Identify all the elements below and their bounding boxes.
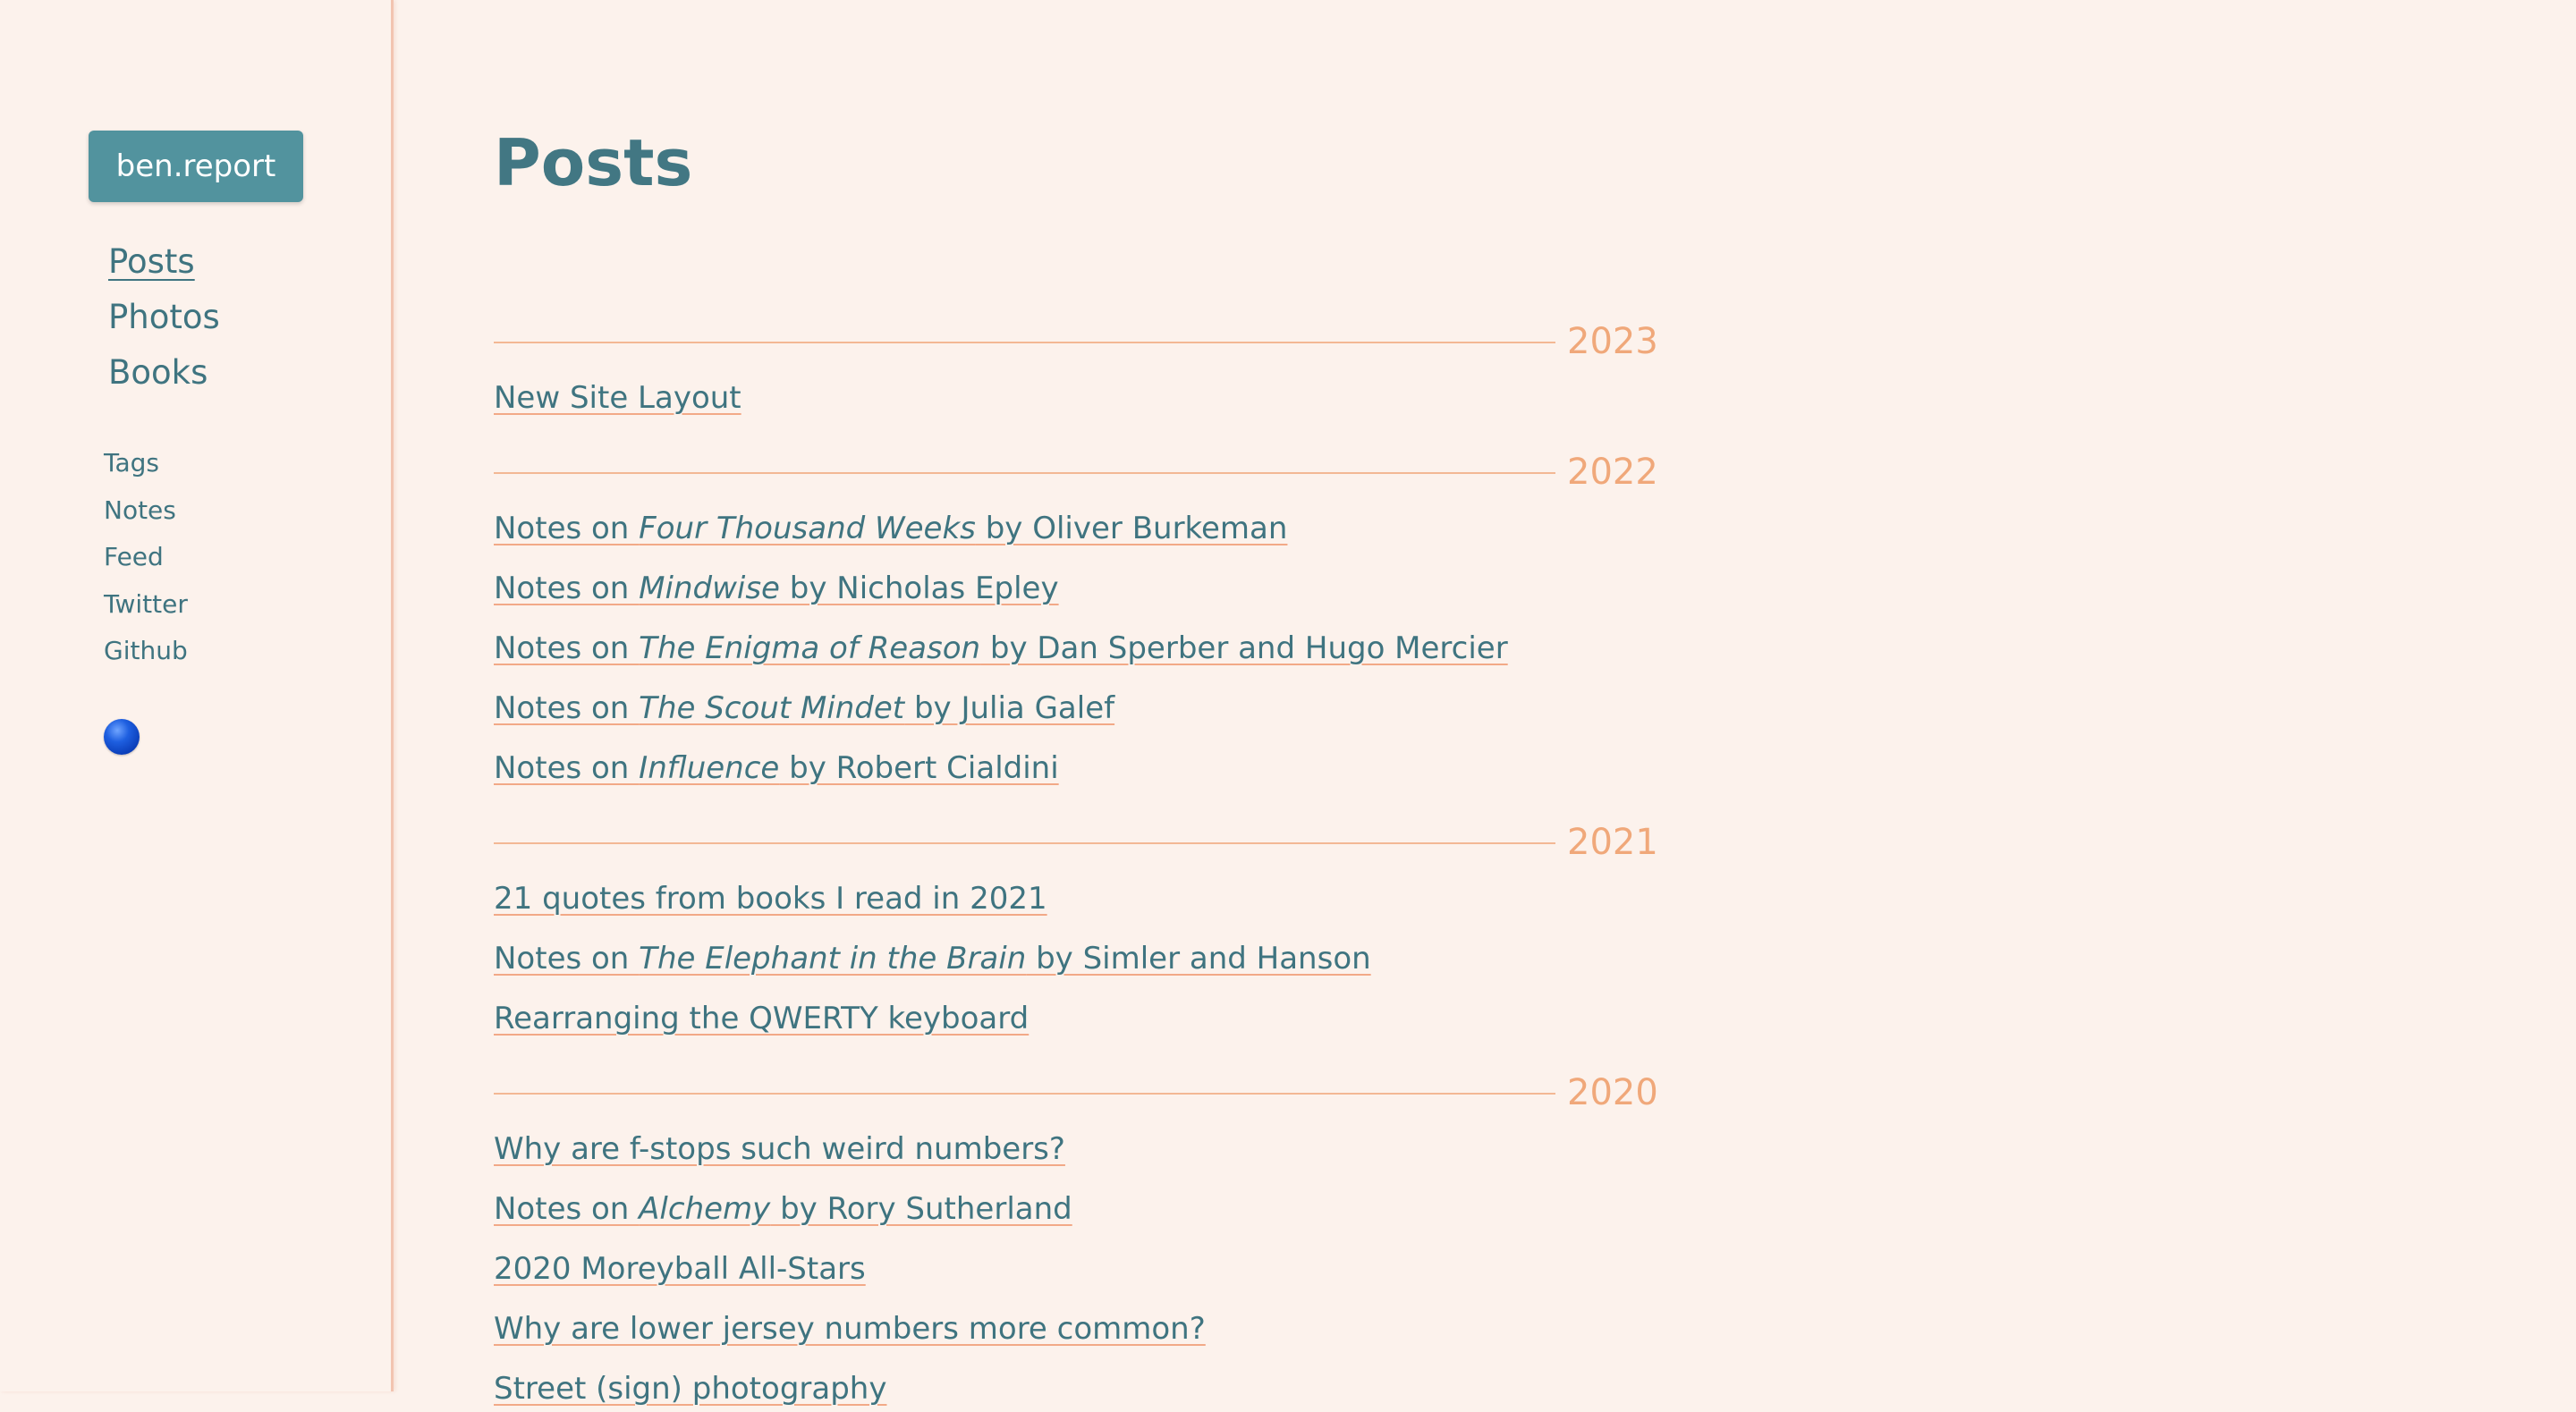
post-book-title: Four Thousand Weeks [639, 511, 976, 546]
post-title-text: by Robert Cialdini [779, 750, 1059, 786]
year-heading: 2022 [494, 449, 1658, 495]
site-brand-button[interactable]: ben.report [89, 131, 303, 202]
nav-item-books[interactable]: Books [108, 350, 220, 405]
post-title-text: Notes on [494, 941, 640, 977]
post-book-title: Influence [639, 750, 780, 786]
post-title-text: by Julia Galef [904, 690, 1115, 726]
nav-link-twitter[interactable]: Twitter [104, 581, 188, 629]
post-link[interactable]: New Site Layout [494, 375, 741, 421]
post-title-text: 2020 Moreyball All-Stars [494, 1251, 866, 1287]
post-title-text: by Oliver Burkeman [975, 511, 1288, 546]
sidebar: ben.report Posts Photos Books Tags Notes… [0, 0, 394, 1391]
post-link[interactable]: Notes on The Elephant in the Brain by Si… [494, 935, 1371, 982]
post-book-title: Alchemy [639, 1191, 771, 1227]
nav-link-notes[interactable]: Notes [104, 487, 188, 535]
post-link[interactable]: 21 quotes from books I read in 2021 [494, 875, 1047, 922]
post-link[interactable]: 2020 Moreyball All-Stars [494, 1246, 866, 1292]
blue-circle-icon[interactable] [104, 719, 140, 755]
post-title-text: by Nicholas Epley [779, 571, 1059, 606]
year-heading: 2020 [494, 1070, 1658, 1116]
post-link[interactable]: Notes on Mindwise by Nicholas Epley [494, 565, 1059, 612]
secondary-nav: Tags Notes Feed Twitter Github [104, 440, 188, 675]
year-heading: 2023 [494, 318, 1658, 365]
post-title-text: New Site Layout [494, 380, 741, 416]
nav-link-feed[interactable]: Feed [104, 534, 188, 581]
post-title-text: by Dan Sperber and Hugo Mercier [980, 630, 1508, 666]
post-title-text: Street (sign) photography [494, 1371, 887, 1407]
post-title-text: Rearranging the QWERTY keyboard [494, 1001, 1030, 1036]
post-title-text: Notes on [494, 571, 640, 606]
post-book-title: The Elephant in the Brain [639, 941, 1027, 977]
post-link[interactable]: Why are lower jersey numbers more common… [494, 1306, 1206, 1352]
post-title-text: by Rory Sutherland [770, 1191, 1072, 1227]
post-title-text: by Simler and Hanson [1026, 941, 1371, 977]
nav-item-label: Books [108, 353, 208, 392]
nav-link-github[interactable]: Github [104, 628, 188, 675]
post-title-text: Notes on [494, 630, 640, 666]
post-link[interactable]: Notes on Alchemy by Rory Sutherland [494, 1186, 1072, 1232]
post-title-text: Why are f-stops such weird numbers? [494, 1131, 1065, 1167]
year-label: 2021 [1567, 822, 1658, 863]
post-link[interactable]: Street (sign) photography [494, 1365, 886, 1412]
post-link[interactable]: Rearranging the QWERTY keyboard [494, 995, 1029, 1042]
post-title-text: Notes on [494, 750, 640, 786]
nav-item-label: Posts [108, 242, 195, 281]
post-title-text: 21 quotes from books I read in 2021 [494, 881, 1047, 917]
post-link[interactable]: Why are f-stops such weird numbers? [494, 1126, 1065, 1172]
post-title-text: Why are lower jersey numbers more common… [494, 1311, 1206, 1347]
year-divider [494, 472, 1555, 474]
year-heading: 2021 [494, 819, 1658, 866]
nav-item-posts[interactable]: Posts [108, 239, 220, 294]
year-label: 2023 [1567, 321, 1658, 362]
post-book-title: The Scout Mindet [639, 690, 905, 726]
nav-link-tags[interactable]: Tags [104, 440, 188, 487]
year-label: 2020 [1567, 1072, 1658, 1113]
year-divider [494, 842, 1555, 844]
year-label: 2022 [1567, 452, 1658, 493]
post-link[interactable]: Notes on The Scout Mindet by Julia Galef [494, 685, 1114, 731]
nav-item-label: Photos [108, 298, 220, 336]
year-divider [494, 1093, 1555, 1095]
primary-nav: Posts Photos Books [108, 239, 220, 405]
post-title-text: Notes on [494, 1191, 640, 1227]
year-divider [494, 342, 1555, 343]
post-link[interactable]: Notes on Influence by Robert Cialdini [494, 745, 1059, 791]
post-link[interactable]: Notes on Four Thousand Weeks by Oliver B… [494, 505, 1287, 552]
post-link[interactable]: Notes on The Enigma of Reason by Dan Spe… [494, 625, 1508, 672]
nav-item-photos[interactable]: Photos [108, 294, 220, 350]
post-title-text: Notes on [494, 690, 640, 726]
page-title: Posts [494, 125, 693, 200]
post-book-title: The Enigma of Reason [639, 630, 981, 666]
post-title-text: Notes on [494, 511, 640, 546]
post-book-title: Mindwise [639, 571, 780, 606]
